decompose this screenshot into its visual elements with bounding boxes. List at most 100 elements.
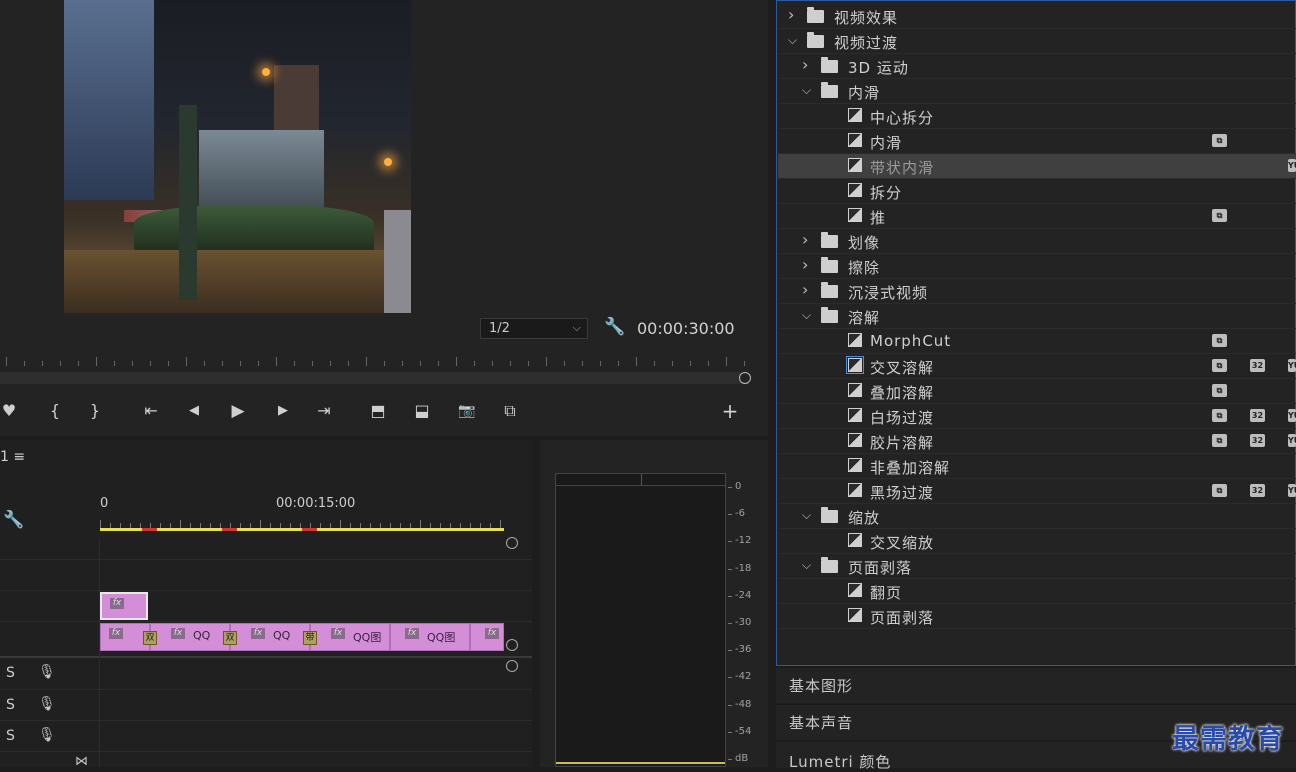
ruler-tick: [528, 361, 529, 366]
timeline-clip[interactable]: fx QQ: [230, 623, 310, 651]
solo-button[interactable]: S: [6, 697, 15, 713]
effect-badge-accel-icon: ⧉: [1212, 434, 1227, 447]
scroll-handle[interactable]: [506, 537, 518, 549]
ruler-tick: [96, 357, 97, 366]
transition-marker[interactable]: 双: [223, 631, 237, 645]
effect-item[interactable]: 非叠加溶解: [778, 454, 1296, 479]
play-button[interactable]: ▶: [228, 400, 248, 422]
effect-item[interactable]: MorphCut ⧉: [778, 329, 1296, 354]
comparison-view-button[interactable]: ⧉: [497, 400, 523, 422]
effect-item[interactable]: 黑场过渡 ⧉ 32 YU: [778, 479, 1296, 504]
mark-in-button[interactable]: {: [46, 400, 64, 422]
fx-badge: fx: [485, 628, 499, 639]
effects-folder[interactable]: ⌵ 溶解: [778, 304, 1296, 329]
effect-item[interactable]: 叠加溶解 ⧉: [778, 379, 1296, 404]
transition-marker[interactable]: 带: [303, 631, 317, 645]
chevron-down-icon[interactable]: ⌵: [802, 83, 811, 98]
db-label: -24: [735, 589, 752, 601]
microphone-icon[interactable]: 🎙: [38, 664, 56, 680]
monitor-time-ruler[interactable]: [0, 352, 750, 372]
effect-item[interactable]: 带状内滑 YU: [778, 154, 1296, 179]
meter-level: [556, 762, 725, 764]
chevron-right-icon[interactable]: ›: [802, 255, 808, 274]
timeline-clip[interactable]: fx QQ: [150, 623, 230, 651]
transition-marker[interactable]: 双: [143, 631, 157, 645]
lift-button[interactable]: ⬒: [366, 400, 390, 422]
effect-item[interactable]: 推 ⧉: [778, 204, 1296, 229]
effect-item[interactable]: 中心拆分: [778, 104, 1296, 129]
mark-out-button[interactable]: }: [86, 400, 104, 422]
effect-badge-yuv-icon: YU: [1288, 409, 1296, 422]
effects-folder[interactable]: › 3D 运动: [778, 54, 1296, 79]
extract-button[interactable]: ⬓: [410, 400, 434, 422]
sequence-tab[interactable]: 1 ≡: [0, 449, 25, 465]
effect-item[interactable]: 交叉溶解 ⧉ 32 YU: [778, 354, 1296, 379]
timeline-clip[interactable]: fx QQ图: [390, 623, 470, 651]
timeline-clip[interactable]: fx QQ图: [310, 623, 390, 651]
db-tick: [728, 568, 732, 570]
go-to-out-button[interactable]: ⇥: [313, 400, 335, 422]
panel-essential-graphics[interactable]: 基本图形: [776, 667, 1296, 703]
clip-name: QQ: [273, 629, 291, 642]
effects-folder[interactable]: ⌵ 视频过渡: [778, 29, 1296, 54]
effect-item[interactable]: 页面剥落: [778, 604, 1296, 629]
effect-item[interactable]: 交叉缩放: [778, 529, 1296, 554]
wrench-icon[interactable]: 🔧: [604, 317, 625, 337]
step-forward-button[interactable]: ▶: [273, 400, 293, 422]
effect-item[interactable]: 翻页: [778, 579, 1296, 604]
effect-item[interactable]: 内滑 ⧉: [778, 129, 1296, 154]
chevron-right-icon[interactable]: ›: [802, 230, 808, 249]
add-marker-button[interactable]: ♥: [0, 400, 18, 422]
effect-item[interactable]: 拆分: [778, 179, 1296, 204]
chevron-right-icon[interactable]: ›: [802, 55, 808, 74]
effects-folder[interactable]: ⌵ 内滑: [778, 79, 1296, 104]
button-editor-add[interactable]: +: [719, 400, 741, 422]
ruler-tick: [294, 361, 295, 366]
db-tick: [728, 487, 732, 488]
effects-folder[interactable]: ⌵ 缩放: [778, 504, 1296, 529]
ruler-tick: [132, 361, 133, 366]
chevron-right-icon[interactable]: ›: [788, 5, 794, 24]
db-tick: [728, 704, 732, 706]
render-bar-red: [302, 528, 317, 531]
effects-folder[interactable]: › 沉浸式视频: [778, 279, 1296, 304]
chevron-down-icon[interactable]: ⌵: [802, 558, 811, 573]
transition-icon: [848, 433, 862, 447]
effect-item[interactable]: 胶片溶解 ⧉ 32 YU: [778, 429, 1296, 454]
timeline-ruler[interactable]: [100, 518, 504, 528]
effects-folder[interactable]: ⌵ 页面剥落: [778, 554, 1296, 579]
effect-badge-accel-icon: ⧉: [1212, 209, 1227, 222]
chevron-down-icon[interactable]: ⌵: [802, 308, 811, 323]
scroll-handle[interactable]: [506, 639, 518, 651]
zoom-handle[interactable]: [739, 372, 751, 384]
export-frame-button[interactable]: 📷: [455, 400, 479, 422]
go-to-in-button[interactable]: ⇤: [140, 400, 162, 422]
effect-badge-accel-icon: ⧉: [1212, 134, 1227, 147]
timeline-clip[interactable]: fx: [100, 592, 148, 620]
chevron-right-icon[interactable]: ›: [802, 280, 808, 299]
effects-folder[interactable]: › 划像: [778, 229, 1296, 254]
monitor-scrub-bar[interactable]: [0, 372, 745, 384]
wrench-icon[interactable]: 🔧: [3, 510, 24, 530]
effects-folder[interactable]: › 擦除: [778, 254, 1296, 279]
scene-building: [199, 130, 324, 215]
chevron-down-icon[interactable]: ⌵: [802, 508, 811, 523]
effect-badge-32-icon: 32: [1250, 484, 1265, 497]
scroll-handle[interactable]: [506, 660, 518, 672]
effects-folder[interactable]: › 视频效果: [778, 4, 1296, 29]
chevron-down-icon[interactable]: ⌵: [788, 33, 797, 48]
microphone-icon[interactable]: 🎙: [38, 696, 56, 712]
timeline-clip[interactable]: fx: [470, 623, 504, 651]
clip-name: QQ: [193, 629, 211, 642]
scene-building: [64, 0, 154, 200]
ruler-tick: [78, 361, 79, 366]
solo-button[interactable]: S: [6, 665, 15, 681]
playhead-timecode[interactable]: 00:00:30:00: [637, 319, 735, 338]
resolution-select[interactable]: 1/2 ⌵: [480, 318, 588, 339]
microphone-icon[interactable]: 🎙: [38, 727, 56, 743]
effect-item[interactable]: 白场过渡 ⧉ 32 YU: [778, 404, 1296, 429]
db-tick: [728, 731, 732, 733]
effect-label: 中心拆分: [870, 109, 935, 127]
solo-button[interactable]: S: [6, 728, 15, 744]
step-back-button[interactable]: ◀: [184, 400, 204, 422]
